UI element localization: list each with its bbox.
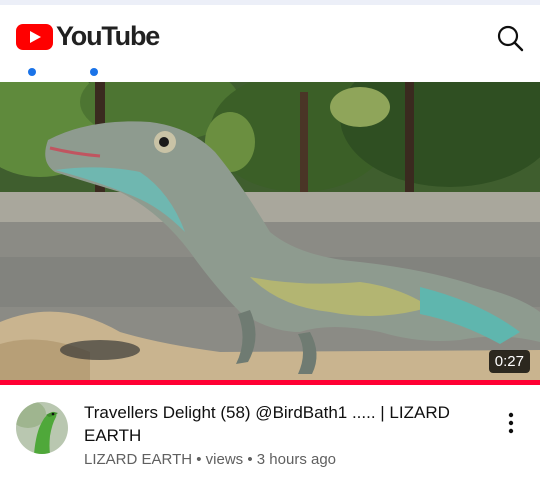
upload-age: 3 hours ago (256, 451, 337, 468)
search-icon[interactable] (496, 24, 524, 52)
video-details: Travellers Delight (58) @BirdBath1 .....… (0, 385, 540, 483)
channel-avatar[interactable] (16, 402, 68, 454)
video-title[interactable]: Travellers Delight (58) @BirdBath1 .....… (84, 401, 484, 447)
top-app-bar: YouTube (0, 5, 540, 67)
channel-name[interactable]: LIZARD EARTH (84, 451, 192, 468)
metadata-separator: • (192, 451, 206, 468)
youtube-play-icon (16, 23, 53, 50)
youtube-logo[interactable]: YouTube (16, 21, 160, 51)
video-metadata: LIZARD EARTH • views • 3 hours ago (84, 451, 336, 468)
unread-indicator-dot (90, 68, 98, 76)
channel-avatar-image (16, 402, 68, 454)
metadata-separator: • (243, 451, 257, 468)
video-thumbnail[interactable]: 0:27 (0, 82, 540, 380)
view-count: views (205, 451, 244, 468)
more-vertical-icon[interactable] (504, 411, 518, 435)
unread-indicator-dot (28, 68, 36, 76)
lizard-thumbnail-image (0, 82, 540, 380)
video-duration-badge: 0:27 (488, 350, 530, 373)
logo-wordmark: YouTube (56, 21, 160, 51)
